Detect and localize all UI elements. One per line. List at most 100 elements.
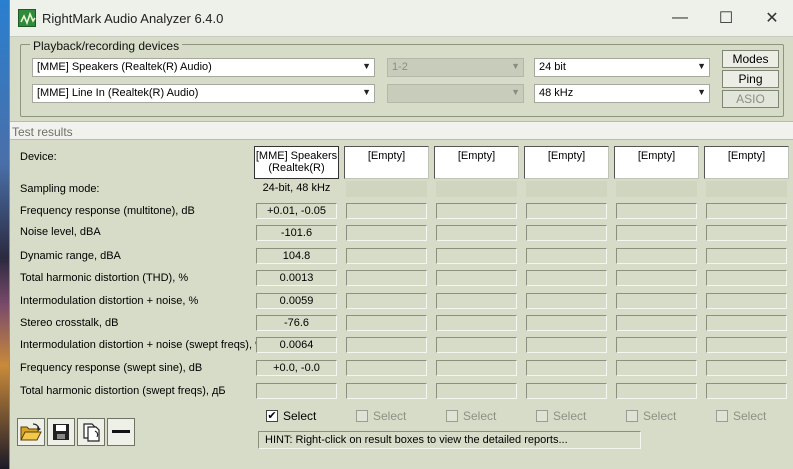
result-cell-freq_swept-4[interactable]	[526, 360, 607, 376]
result-cell-imd-6[interactable]	[706, 293, 787, 309]
result-cell-dyn_range-5[interactable]	[616, 248, 697, 264]
result-cell-sampling-2[interactable]	[346, 181, 427, 197]
copy-button[interactable]	[77, 418, 105, 446]
channels-select[interactable]: 1-2 ▼	[387, 58, 524, 77]
result-column-device-5[interactable]: [Empty]	[614, 146, 699, 179]
result-column-device-1[interactable]: [MME] Speakers (Realtek(R)	[254, 146, 339, 179]
save-button[interactable]	[47, 418, 75, 446]
result-cell-sampling-4[interactable]	[526, 181, 607, 197]
select-column-1[interactable]: ✔ Select	[266, 409, 316, 423]
result-cell-imd_swept-6[interactable]	[706, 337, 787, 353]
result-cell-thd_swept-5[interactable]	[616, 383, 697, 399]
result-cell-crosstalk-5[interactable]	[616, 315, 697, 331]
result-cell-imd-3[interactable]	[436, 293, 517, 309]
result-cell-sampling-5[interactable]	[616, 181, 697, 197]
modes-button[interactable]: Modes	[722, 50, 779, 68]
result-cell-freq_resp-3[interactable]	[436, 203, 517, 219]
result-cell-thd-5[interactable]	[616, 270, 697, 286]
result-cell-thd-3[interactable]	[436, 270, 517, 286]
result-cell-freq_swept-6[interactable]	[706, 360, 787, 376]
maximize-button[interactable]: ☐	[703, 0, 749, 36]
result-cell-freq_resp-5[interactable]	[616, 203, 697, 219]
minimize-button[interactable]: —	[657, 0, 703, 36]
result-cell-thd-4[interactable]	[526, 270, 607, 286]
playback-device-value: [MME] Speakers (Realtek(R) Audio)	[37, 61, 212, 73]
result-cell-thd-1[interactable]: 0.0013	[256, 270, 337, 286]
result-cell-thd-swept-1[interactable]	[256, 383, 337, 399]
result-cell-dyn_range-4[interactable]	[526, 248, 607, 264]
open-button[interactable]	[17, 418, 45, 446]
result-cell-imd-2[interactable]	[346, 293, 427, 309]
result-cell-imd_swept-4[interactable]	[526, 337, 607, 353]
asio-button[interactable]: ASIO	[722, 90, 779, 108]
select-column-2[interactable]: Select	[356, 409, 406, 423]
result-cell-noise-4[interactable]	[526, 225, 607, 241]
result-cell-thd_swept-4[interactable]	[526, 383, 607, 399]
result-cell-imd-1[interactable]: 0.0059	[256, 293, 337, 309]
result-cell-imd-swept-1[interactable]: 0.0064	[256, 337, 337, 353]
result-column-device-2[interactable]: [Empty]	[344, 146, 429, 179]
result-column-device-4[interactable]: [Empty]	[524, 146, 609, 179]
result-cell-thd-6[interactable]	[706, 270, 787, 286]
result-cell-thd_swept-2[interactable]	[346, 383, 427, 399]
result-cell-imd_swept-2[interactable]	[346, 337, 427, 353]
checkbox[interactable]	[716, 410, 728, 422]
result-cell-noise-1[interactable]: -101.6	[256, 225, 337, 241]
result-cell-noise-2[interactable]	[346, 225, 427, 241]
select-column-6[interactable]: Select	[716, 409, 766, 423]
chevron-down-icon: ▼	[511, 87, 520, 97]
result-cell-imd-5[interactable]	[616, 293, 697, 309]
result-cell-dyn_range-2[interactable]	[346, 248, 427, 264]
select-column-4[interactable]: Select	[536, 409, 586, 423]
ping-button[interactable]: Ping	[722, 70, 779, 88]
result-cell-dyn_range-3[interactable]	[436, 248, 517, 264]
result-cell-crosstalk-3[interactable]	[436, 315, 517, 331]
title-bar[interactable]: RightMark Audio Analyzer 6.4.0 — ☐ ✕	[10, 0, 793, 37]
checkbox[interactable]	[626, 410, 638, 422]
result-cell-freq_resp-2[interactable]	[346, 203, 427, 219]
sample-rate-select[interactable]: 48 kHz ▼	[534, 84, 710, 103]
result-cell-imd_swept-3[interactable]	[436, 337, 517, 353]
result-cell-sampling-3[interactable]	[436, 181, 517, 197]
select-column-3[interactable]: Select	[446, 409, 496, 423]
result-cell-freq_swept-5[interactable]	[616, 360, 697, 376]
recording-device-select[interactable]: [MME] Line In (Realtek(R) Audio) ▼	[32, 84, 375, 103]
result-cell-noise-3[interactable]	[436, 225, 517, 241]
result-cell-crosstalk-4[interactable]	[526, 315, 607, 331]
result-cell-crosstalk-6[interactable]	[706, 315, 787, 331]
result-cell-freq_resp-6[interactable]	[706, 203, 787, 219]
select-column-5[interactable]: Select	[626, 409, 676, 423]
result-cell-thd_swept-3[interactable]	[436, 383, 517, 399]
playback-device-select[interactable]: [MME] Speakers (Realtek(R) Audio) ▼	[32, 58, 375, 77]
checkbox[interactable]	[356, 410, 368, 422]
select-label: Select	[463, 409, 497, 423]
result-cell-freq_swept-2[interactable]	[346, 360, 427, 376]
result-cell-noise-5[interactable]	[616, 225, 697, 241]
result-cell-freq_swept-3[interactable]	[436, 360, 517, 376]
channels-select-2[interactable]: ▼	[387, 84, 524, 103]
result-cell-sampling-6[interactable]	[706, 181, 787, 197]
result-cell-imd-4[interactable]	[526, 293, 607, 309]
result-cell-dyn-range-1[interactable]: 104.8	[256, 248, 337, 264]
checkbox[interactable]	[446, 410, 458, 422]
result-column-device-6[interactable]: [Empty]	[704, 146, 789, 179]
result-cell-freq_resp-4[interactable]	[526, 203, 607, 219]
result-cell-crosstalk-2[interactable]	[346, 315, 427, 331]
bit-depth-select[interactable]: 24 bit ▼	[534, 58, 710, 77]
checkbox-checked[interactable]: ✔	[266, 410, 278, 422]
checkbox[interactable]	[536, 410, 548, 422]
result-cell-imd_swept-5[interactable]	[616, 337, 697, 353]
result-cell-thd-2[interactable]	[346, 270, 427, 286]
close-button[interactable]: ✕	[749, 0, 793, 36]
row-label-device: Device:	[20, 151, 57, 163]
result-cell-noise-6[interactable]	[706, 225, 787, 241]
result-cell-crosstalk-1[interactable]: -76.6	[256, 315, 337, 331]
result-cell-freq-swept-1[interactable]: +0.0, -0.0	[256, 360, 337, 376]
clear-button[interactable]	[107, 418, 135, 446]
result-cell-freq-resp-1[interactable]: +0.01, -0.05	[256, 203, 337, 219]
result-cell-thd_swept-6[interactable]	[706, 383, 787, 399]
result-cell-dyn_range-6[interactable]	[706, 248, 787, 264]
row-label-dynamic-range: Dynamic range, dBA	[20, 250, 121, 262]
result-cell-sampling-1[interactable]: 24-bit, 48 kHz	[256, 181, 337, 197]
result-column-device-3[interactable]: [Empty]	[434, 146, 519, 179]
